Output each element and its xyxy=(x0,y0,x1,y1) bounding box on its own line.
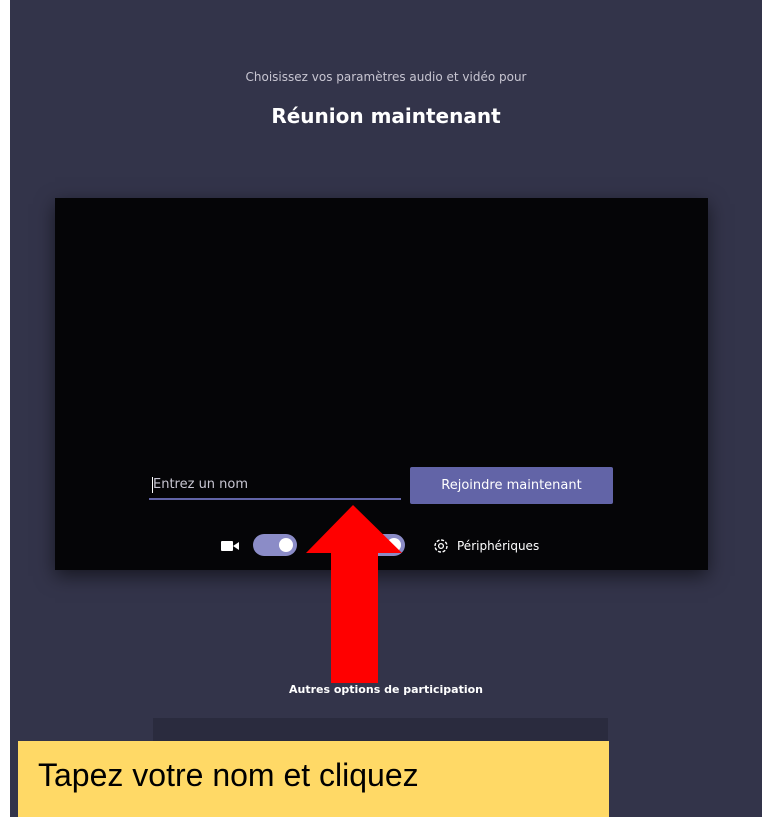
devices-button[interactable]: Périphériques xyxy=(433,534,539,558)
microphone-icon xyxy=(341,538,353,554)
join-now-button[interactable]: Rejoindre maintenant xyxy=(410,467,613,504)
devices-label: Périphériques xyxy=(457,539,540,553)
text-caret xyxy=(152,477,153,493)
device-controls: Périphériques xyxy=(55,532,708,560)
camera-icon xyxy=(221,541,239,551)
setup-subtitle: Choisissez vos paramètres audio et vidéo… xyxy=(245,70,527,84)
video-preview: Rejoindre maintenant xyxy=(55,198,708,570)
teams-prejoin-screen: Choisissez vos paramètres audio et vidéo… xyxy=(10,0,762,817)
meeting-title: Réunion maintenant xyxy=(271,104,501,128)
instruction-callout: Tapez votre nom et cliquez xyxy=(18,741,609,817)
audio-toggle-knob xyxy=(387,538,401,552)
audio-toggle[interactable] xyxy=(361,534,405,556)
other-join-options-label: Autres options de participation xyxy=(288,683,483,696)
gear-icon xyxy=(434,539,448,553)
video-toggle-knob xyxy=(279,538,293,552)
name-input[interactable] xyxy=(149,470,401,500)
video-toggle[interactable] xyxy=(253,534,297,556)
